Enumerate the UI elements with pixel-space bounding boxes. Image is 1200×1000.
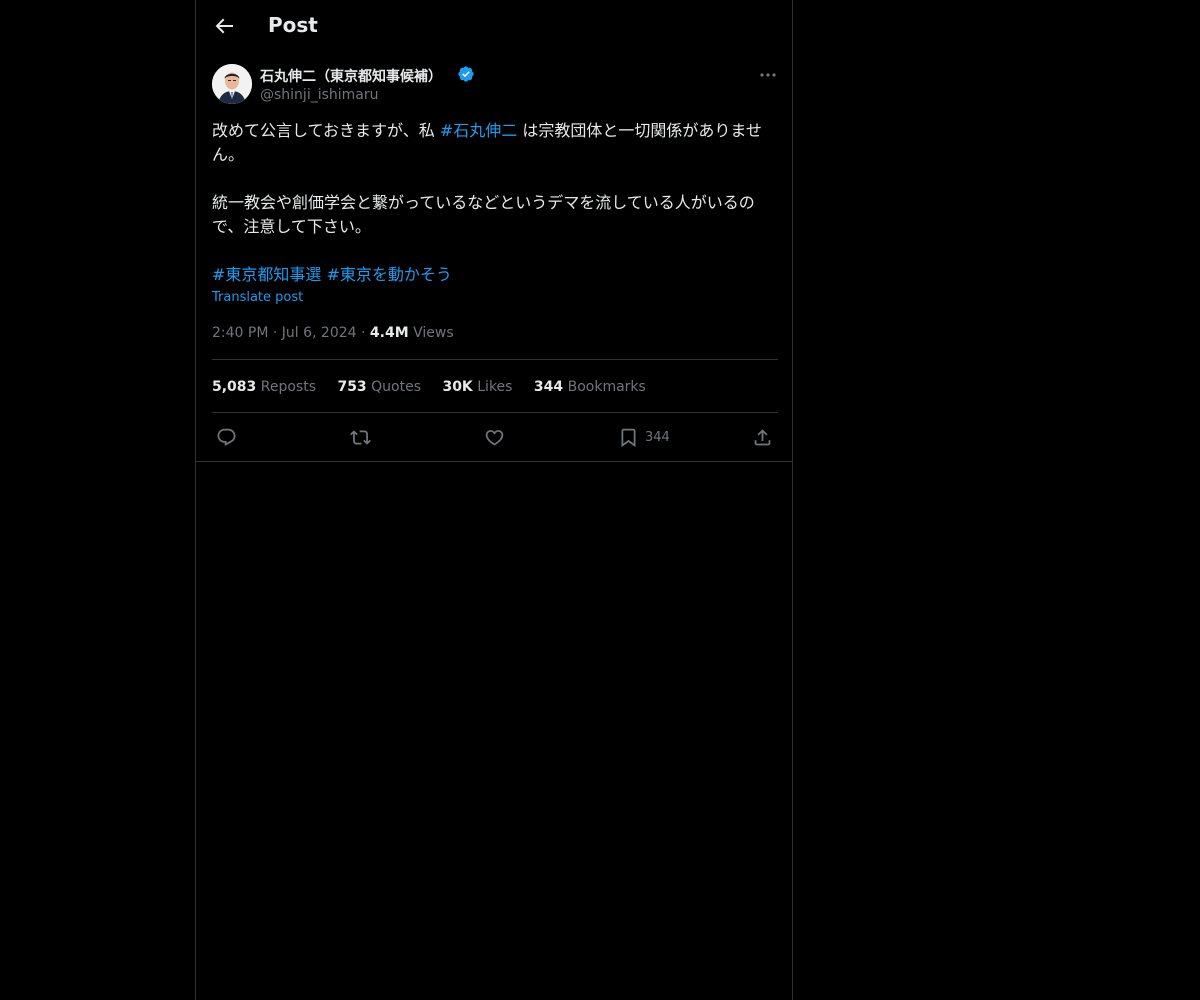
tweet-stats: 5,083 Reposts 753 Quotes 30K Likes 344 B…	[212, 379, 663, 395]
bookmark-button[interactable]: 344	[618, 426, 670, 448]
avatar[interactable]	[212, 64, 252, 104]
tweet-text: 改めて公言しておきますが、私	[212, 121, 440, 140]
tweet-paragraph-2: 統一教会や創価学会と繋がっているなどというデマを流している人がいるので、注意して…	[212, 193, 755, 236]
stat-reposts[interactable]: 5,083 Reposts	[212, 379, 316, 395]
heart-icon	[485, 429, 504, 446]
tweet-body: 改めて公言しておきますが、私 #石丸伸二 は宗教団体と一切関係がありません。 統…	[212, 119, 778, 287]
tweet-actions: 344	[212, 426, 778, 450]
stat-likes[interactable]: 30K Likes	[442, 379, 512, 395]
bookmark-count: 344	[645, 429, 670, 445]
share-button[interactable]	[752, 426, 773, 448]
repost-button[interactable]	[350, 426, 371, 448]
tweet-time[interactable]: 2:40 PM	[212, 325, 268, 341]
back-button[interactable]	[212, 14, 236, 38]
tweet-date[interactable]: Jul 6, 2024	[282, 325, 357, 341]
post-header: Post	[196, 0, 792, 54]
post-column: Post 石丸伸二（東京都知事候補） @shinji_ishimaru 改めて公…	[195, 0, 793, 1000]
divider	[212, 412, 778, 413]
meta-separator: ·	[361, 325, 366, 341]
tweet-paragraph-1: 改めて公言しておきますが、私 #石丸伸二 は宗教団体と一切関係がありません。	[212, 119, 778, 167]
more-dots-icon	[760, 73, 776, 77]
bookmark-icon	[621, 428, 636, 447]
share-icon	[754, 428, 771, 445]
meta-separator: ·	[272, 325, 278, 341]
stat-quotes[interactable]: 753 Quotes	[337, 379, 421, 395]
hashtag-link[interactable]: #東京を動かそう	[327, 265, 452, 284]
like-button[interactable]	[484, 426, 505, 448]
back-arrow-icon	[215, 18, 233, 34]
hashtag-link[interactable]: #石丸伸二	[440, 121, 517, 140]
tweet-bottom-border	[196, 461, 792, 462]
tweet-hashtags: #東京都知事選 #東京を動かそう	[212, 263, 778, 287]
stat-bookmarks[interactable]: 344 Bookmarks	[534, 379, 646, 395]
views-count: 4.4M	[369, 325, 409, 341]
avatar-photo	[212, 64, 252, 104]
author-display-name[interactable]: 石丸伸二（東京都知事候補）	[260, 66, 442, 86]
translate-post-link[interactable]: Translate post	[212, 290, 303, 305]
verified-badge-icon[interactable]	[457, 65, 475, 83]
repost-icon	[350, 429, 371, 445]
views-label: Views	[413, 325, 454, 341]
tweet-meta: 2:40 PM · Jul 6, 2024 · 4.4M Views	[212, 325, 454, 341]
author-handle[interactable]: @shinji_ishimaru	[260, 87, 379, 103]
reply-icon	[217, 428, 236, 446]
divider	[212, 359, 778, 360]
more-options-button[interactable]	[758, 65, 778, 85]
reply-button[interactable]	[216, 426, 237, 448]
page-title: Post	[268, 13, 318, 37]
hashtag-link[interactable]: #東京都知事選	[212, 265, 321, 284]
